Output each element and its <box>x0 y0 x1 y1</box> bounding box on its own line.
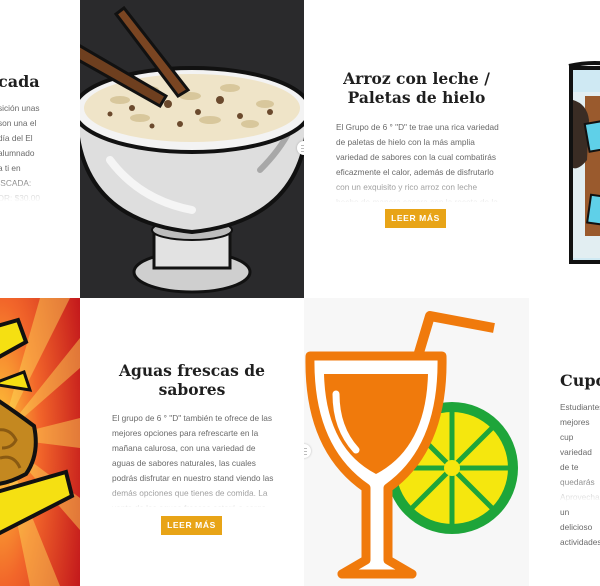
text-fade <box>0 176 80 202</box>
card-partial-left: cada sición unas son una el día del El a… <box>0 0 80 298</box>
card-title-line2: sabores <box>158 380 226 400</box>
juice-icon <box>305 311 518 579</box>
read-more-button[interactable]: LEER MÁS <box>161 516 222 535</box>
iced-drink-image[interactable] <box>529 0 600 298</box>
rice-pudding-image[interactable] <box>80 0 304 298</box>
text-fade <box>529 476 600 502</box>
nachos-icon <box>0 298 80 586</box>
slider-handle[interactable] <box>297 141 304 155</box>
nachos-image[interactable] <box>0 298 80 586</box>
card-title: Aguas frescas de sabores <box>80 361 304 400</box>
card-arroz-con-leche: Arroz con leche / Paletas de hielo El Gr… <box>304 0 529 298</box>
iced-drink-icon <box>568 61 600 264</box>
card-title-line1: Arroz con leche / <box>343 69 490 88</box>
card-partial-cupcakes: Cupca Estudiantes mejores cup variedad d… <box>529 298 600 586</box>
card-aguas-frescas: Aguas frescas de sabores El grupo de 6 °… <box>80 298 304 586</box>
card-title: Arroz con leche / Paletas de hielo <box>304 69 529 108</box>
read-more-button[interactable]: LEER MÁS <box>385 209 446 228</box>
card-title: cada <box>0 72 40 91</box>
card-title-line1: Aguas frescas de <box>118 361 266 380</box>
card-title: Cupca <box>560 371 600 390</box>
text-fade <box>304 178 529 204</box>
card-title-line2: Paletas de hielo <box>347 88 486 108</box>
orange-juice-image[interactable] <box>304 298 529 586</box>
rice-bowl-icon <box>80 5 304 294</box>
text-fade <box>80 484 304 510</box>
card-description: Estudiantes mejores cup variedad de te q… <box>560 402 600 547</box>
